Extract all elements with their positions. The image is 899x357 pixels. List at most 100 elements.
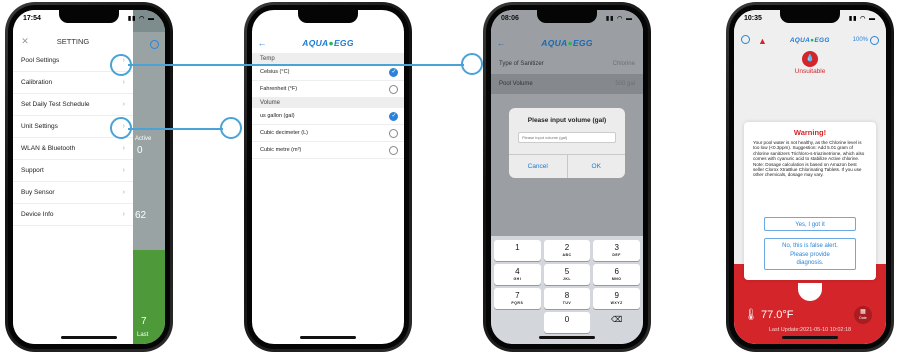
unit-option[interactable]: Cubic metre (m³)	[252, 142, 404, 159]
date-button-label: Date	[859, 316, 867, 320]
key-letters: PQRS	[511, 301, 524, 305]
cancel-button[interactable]: Cancel	[509, 155, 568, 178]
settings-menu-item[interactable]: Device Info ›	[13, 204, 133, 226]
digit-key[interactable]: 6 MNO	[593, 264, 640, 285]
radio-unchecked-icon[interactable]	[389, 128, 398, 138]
settings-menu-item-label: Unit Settings	[21, 123, 58, 130]
screen-pool-settings: 08:06 ▮▮ ◠ ▬ ← AQUA●EGG Type of Sanitize…	[491, 10, 643, 344]
unit-option[interactable]: us gallon (gal)	[252, 108, 404, 125]
unit-option-label: us gallon (gal)	[260, 113, 295, 119]
key-letters: WXYZ	[610, 301, 623, 305]
background-green-wave	[133, 250, 165, 344]
key-digit: 8	[564, 291, 570, 300]
phone-pool-settings: 08:06 ▮▮ ◠ ▬ ← AQUA●EGG Type of Sanitize…	[483, 2, 651, 352]
pool-volume-row[interactable]: Pool Volume 500 gal	[491, 74, 643, 94]
volume-input-dialog: Please input volume (gal) Cancel OK	[509, 108, 625, 178]
ok-button[interactable]: OK	[568, 155, 626, 178]
backspace-key[interactable]: ⌫	[593, 312, 640, 333]
screen-warning: 10:35 ▮▮ ◠ ▬ ▲ AQUA●EGG 100% 💧 Unsuitabl…	[734, 10, 886, 344]
volume-input[interactable]	[518, 132, 616, 143]
false-alert-line-1: No, this is false alert.	[782, 243, 838, 249]
settings-menu-item[interactable]: Calibration ›	[13, 72, 133, 94]
home-indicator[interactable]	[782, 336, 838, 339]
unit-option[interactable]: Cubic decimeter (L)	[252, 125, 404, 142]
digit-key[interactable]: 7 PQRS	[494, 288, 541, 309]
header-left-icons: ▲	[741, 34, 767, 46]
warning-card: Warning! Your pool water is not healthy,…	[744, 122, 876, 280]
radio-checked-icon[interactable]	[389, 67, 398, 77]
settings-menu-item-label: Support	[21, 167, 44, 174]
unit-option[interactable]: Fahrenheit (°F)	[252, 81, 404, 98]
settings-menu-item[interactable]: Buy Sensor ›	[13, 182, 133, 204]
key-letters: TUV	[562, 301, 572, 305]
digit-key[interactable]: 5 JKL	[543, 264, 591, 285]
key-digit: 4	[515, 267, 520, 276]
status-time: 08:06	[501, 14, 519, 22]
digit-key[interactable]: 4 GHI	[494, 264, 541, 285]
key-digit: 7	[515, 291, 520, 300]
signal-icon: ▮▮ ◠ ▬	[605, 15, 633, 22]
home-indicator[interactable]	[300, 336, 356, 339]
settings-menu-item-label: Pool Settings	[21, 57, 60, 64]
chevron-right-icon: ›	[122, 101, 125, 108]
chevron-right-icon: ›	[122, 189, 125, 196]
battery-percent: 100%	[852, 37, 868, 43]
last-update-text: Last Update:2021-05-10 10:02:18	[768, 327, 852, 333]
settings-menu-item-label: Calibration	[21, 79, 53, 86]
false-alert-line-3: diagnosis.	[796, 260, 824, 266]
radio-checked-icon[interactable]	[389, 111, 398, 121]
battery-indicator: 100%	[852, 35, 879, 45]
water-status-label: Unsuitable	[794, 68, 826, 75]
section-header: Volume	[252, 98, 404, 108]
radio-unchecked-icon[interactable]	[389, 84, 398, 94]
key-digit: 3	[614, 243, 619, 252]
connector-circle-unit-settings-start	[110, 117, 132, 139]
key-letters: ABC	[562, 253, 572, 257]
unit-option-label: Cubic decimeter (L)	[260, 130, 308, 136]
gear-icon[interactable]	[741, 34, 750, 44]
digit-key[interactable]: 0	[543, 312, 591, 333]
dialog-title: Please input volume (gal)	[527, 117, 607, 124]
close-icon[interactable]: ✕	[13, 36, 37, 47]
date-button[interactable]: ▦ Date	[854, 306, 872, 324]
home-indicator[interactable]	[61, 336, 117, 339]
key-letters: GHI	[513, 277, 522, 281]
settings-menu-item[interactable]: Set Daily Test Schedule ›	[13, 94, 133, 116]
chevron-right-icon: ›	[122, 211, 125, 218]
false-alert-button[interactable]: No, this is false alert. Please provide …	[764, 238, 856, 270]
back-arrow-icon[interactable]: ←	[252, 38, 272, 48]
back-arrow-icon[interactable]: ←	[491, 38, 511, 48]
thermometer-icon: 🌡	[744, 309, 758, 321]
key-digit: 1	[515, 243, 520, 252]
water-drop-icon: 💧	[802, 51, 818, 67]
home-indicator[interactable]	[539, 336, 595, 339]
radio-unchecked-icon[interactable]	[389, 145, 398, 155]
sanitizer-row[interactable]: Type of Sanitizer Chlorine	[491, 54, 643, 74]
settings-menu-item-label: WLAN & Bluetooth	[21, 145, 76, 152]
phone-settings-menu: 17:54 ▮▮ ◠ ▬ Active 0 62 7 Last ✕ SETTIN…	[5, 2, 173, 352]
signal-icon: ▮▮ ◠ ▬	[848, 15, 876, 22]
key-letters: MNO	[611, 277, 622, 281]
screen-settings: 17:54 ▮▮ ◠ ▬ Active 0 62 7 Last ✕ SETTIN…	[13, 10, 165, 344]
warning-title: Warning!	[793, 128, 827, 137]
key-digit: 9	[614, 291, 619, 300]
sanitizer-value: Chlorine	[612, 61, 635, 67]
acknowledge-button[interactable]: Yes, I got it	[764, 217, 856, 231]
gear-icon[interactable]	[150, 40, 159, 49]
settings-menu-item-label: Device Info	[21, 211, 54, 218]
settings-menu-item[interactable]: Support ›	[13, 160, 133, 182]
unit-option[interactable]: Celsius (°C)	[252, 64, 404, 81]
digit-key[interactable]: 9 WXYZ	[593, 288, 640, 309]
connector-circle-unit-settings-end	[220, 117, 242, 139]
phone-unit-settings: ← AQUA●EGG Temp Celsius (°C) Fahrenheit (°…	[244, 2, 412, 352]
settings-menu-item[interactable]: WLAN & Bluetooth ›	[13, 138, 133, 160]
key-letters: JKL	[562, 277, 572, 281]
digit-key[interactable]: 1	[494, 240, 541, 261]
status-time: 10:35	[744, 14, 762, 22]
info-icon[interactable]	[870, 35, 879, 45]
digit-key[interactable]: 8 TUV	[543, 288, 591, 309]
digit-key[interactable]: 2 ABC	[543, 240, 591, 261]
chevron-right-icon: ›	[122, 167, 125, 174]
chevron-right-icon: ›	[122, 79, 125, 86]
digit-key[interactable]: 3 DEF	[593, 240, 640, 261]
